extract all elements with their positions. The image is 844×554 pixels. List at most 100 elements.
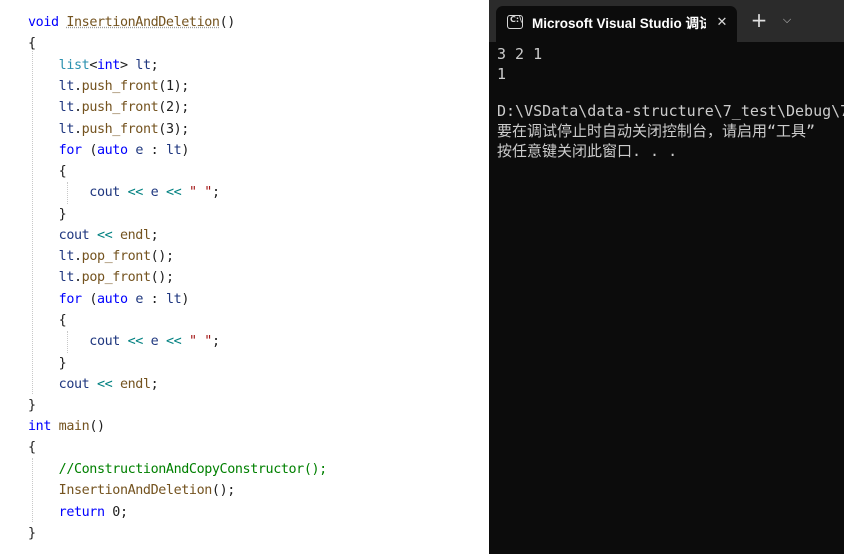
new-tab-button[interactable]: + xyxy=(750,10,768,30)
code-token: ; xyxy=(150,377,159,392)
code-token: { xyxy=(28,164,67,179)
code-token: << xyxy=(165,185,182,200)
code-token: > xyxy=(119,58,136,73)
code-line: //ConstructionAndCopyConstructor(); xyxy=(28,459,328,480)
code-line: lt.push_front(3); xyxy=(28,119,190,140)
code-token: lt xyxy=(165,143,182,158)
terminal-output-line: D:\VSData\data-structure\7_test\Debug\7_… xyxy=(497,102,844,120)
code-token: lt xyxy=(58,79,75,94)
code-line: cout << e << " "; xyxy=(28,182,220,203)
code-token: endl xyxy=(119,377,151,392)
code-line: } xyxy=(28,204,67,225)
code-line: lt.push_front(2); xyxy=(28,97,190,118)
code-token: } xyxy=(28,398,36,413)
code-token: () xyxy=(219,15,236,30)
terminal-tab-bar: C:\ Microsoft Visual Studio 调试控制台 ✕ + ⌵ xyxy=(489,0,844,42)
code-token: auto xyxy=(96,143,128,158)
code-line: cout << endl; xyxy=(28,374,159,395)
code-token: < xyxy=(89,58,97,73)
code-token: for xyxy=(58,292,82,307)
code-token: << xyxy=(96,377,113,392)
code-line: int main() xyxy=(28,416,105,437)
code-token: << xyxy=(96,228,113,243)
code-token: ); xyxy=(173,100,190,115)
code-line: } xyxy=(28,353,67,374)
code-line: cout << e << " "; xyxy=(28,331,220,352)
code-token: main xyxy=(58,419,90,434)
code-line: { xyxy=(28,161,67,182)
code-token: . xyxy=(73,249,82,264)
code-token: ( xyxy=(158,100,166,115)
code-token: } xyxy=(28,526,36,541)
code-token: . xyxy=(73,270,82,285)
code-token: lt xyxy=(165,292,182,307)
code-token: << xyxy=(165,334,182,349)
code-token: (); xyxy=(211,483,235,498)
code-token: ; xyxy=(211,185,220,200)
code-token: { xyxy=(28,313,67,328)
code-line: for (auto e : lt) xyxy=(28,140,190,161)
code-line: void InsertionAndDeletion() xyxy=(28,12,235,33)
code-token: } xyxy=(28,356,67,371)
code-token: //ConstructionAndCopyConstructor(); xyxy=(58,462,328,477)
code-token: " " xyxy=(188,334,212,349)
code-token: ; xyxy=(150,228,159,243)
terminal-output-line: 按任意键关闭此窗口. . . xyxy=(497,142,678,160)
code-token: pop_front xyxy=(81,249,151,264)
code-line: lt.pop_front(); xyxy=(28,267,174,288)
code-token: << xyxy=(127,185,144,200)
code-token: lt xyxy=(58,249,75,264)
code-token: list xyxy=(58,58,90,73)
code-token: 0; xyxy=(104,505,128,520)
code-token: : xyxy=(142,143,166,158)
close-icon[interactable]: ✕ xyxy=(713,14,731,32)
code-token: e xyxy=(135,292,143,307)
code-token: InsertionAndDeletion xyxy=(66,15,220,30)
code-token: ( xyxy=(81,143,97,158)
code-editor[interactable]: void InsertionAndDeletion(){ list<int> l… xyxy=(0,0,489,554)
code-token: for xyxy=(58,143,82,158)
code-token: ; xyxy=(211,334,220,349)
code-token: 3 xyxy=(165,122,174,137)
code-token: . xyxy=(73,100,82,115)
code-line: InsertionAndDeletion(); xyxy=(28,480,236,501)
code-line: list<int> lt; xyxy=(28,55,159,76)
code-token: lt xyxy=(58,100,75,115)
code-token: push_front xyxy=(81,100,159,115)
code-line: { xyxy=(28,437,36,458)
code-token: int xyxy=(28,419,51,434)
terminal-window[interactable]: C:\ Microsoft Visual Studio 调试控制台 ✕ + ⌵ … xyxy=(489,0,844,554)
code-token: push_front xyxy=(81,122,159,137)
code-token: cout xyxy=(89,185,120,200)
code-line: { xyxy=(28,33,36,54)
terminal-tab-title: Microsoft Visual Studio 调试控制台 xyxy=(532,16,706,31)
code-token: 1 xyxy=(165,79,174,94)
code-token: cout xyxy=(89,334,120,349)
code-token: InsertionAndDeletion xyxy=(58,483,213,498)
code-token: } xyxy=(28,207,67,222)
code-token: endl xyxy=(119,228,151,243)
code-token: lt xyxy=(135,58,151,73)
chevron-down-icon[interactable]: ⌵ xyxy=(778,11,796,29)
terminal-tab[interactable]: C:\ Microsoft Visual Studio 调试控制台 ✕ xyxy=(496,6,737,42)
